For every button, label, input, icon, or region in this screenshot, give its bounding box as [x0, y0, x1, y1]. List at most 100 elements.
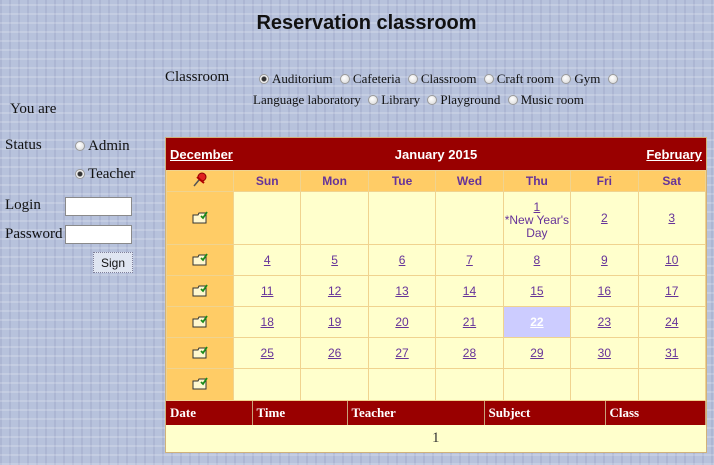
classroom-radio-auditorium[interactable] — [259, 74, 269, 84]
calendar-day-cell[interactable]: 4 — [232, 244, 302, 276]
calendar-day-link[interactable]: 13 — [395, 284, 408, 298]
select-week-cell[interactable] — [166, 306, 234, 338]
calendar-day-cell[interactable]: 19 — [300, 306, 369, 338]
calendar-day-link[interactable]: 19 — [328, 315, 341, 329]
calendar-day-link[interactable]: 26 — [328, 346, 341, 360]
select-week-cell[interactable] — [166, 337, 234, 369]
calendar-day-cell[interactable]: 12 — [300, 275, 369, 307]
calendar-day-cell[interactable]: 23 — [570, 306, 639, 338]
classroom-option-label: Cafeteria — [352, 71, 401, 86]
classroom-radio-language-laboratory[interactable] — [607, 74, 618, 84]
calendar-day-cell[interactable]: 30 — [570, 337, 639, 369]
status-radio-admin[interactable] — [75, 141, 85, 151]
calendar-day-link[interactable]: 30 — [598, 346, 611, 360]
calendar-day-cell[interactable]: 28 — [435, 337, 504, 369]
calendar-day-link[interactable]: 23 — [598, 315, 611, 329]
calendar-day-link[interactable]: 29 — [530, 346, 543, 360]
week-select-icon[interactable] — [192, 210, 208, 224]
calendar-day-link[interactable]: 10 — [665, 253, 678, 267]
week-select-icon[interactable] — [192, 252, 208, 266]
calendar-day-cell[interactable]: 29 — [502, 337, 572, 369]
calendar-day-cell[interactable]: 11 — [232, 275, 302, 307]
calendar-day-cell[interactable]: 31 — [637, 337, 707, 369]
calendar-day-link[interactable]: 6 — [399, 253, 406, 267]
calendar-day-cell[interactable]: 25 — [232, 337, 302, 369]
calendar-day-link[interactable]: 3 — [668, 211, 675, 225]
calendar-day-cell[interactable]: 21 — [435, 306, 504, 338]
calendar-day-link[interactable]: 27 — [395, 346, 408, 360]
calendar-day-link[interactable]: 7 — [466, 253, 473, 267]
calendar-day-cell[interactable]: 17 — [637, 275, 707, 307]
next-month-link[interactable]: February — [646, 147, 702, 162]
calendar-day-cell[interactable]: 24 — [637, 306, 707, 338]
calendar-day-cell[interactable]: 6 — [367, 244, 437, 276]
calendar-day-link[interactable]: 31 — [665, 346, 678, 360]
week-select-icon[interactable] — [192, 345, 208, 359]
calendar-day-cell[interactable]: 18 — [232, 306, 302, 338]
sign-button[interactable]: Sign — [93, 252, 133, 273]
calendar-day-link[interactable]: 4 — [264, 253, 271, 267]
calendar-day-cell[interactable]: 16 — [570, 275, 639, 307]
week-select-icon[interactable] — [192, 283, 208, 297]
select-week-cell[interactable] — [166, 244, 234, 276]
classroom-radio-gym[interactable] — [561, 74, 572, 84]
calendar-day-cell[interactable]: 26 — [300, 337, 369, 369]
calendar-day-cell — [637, 368, 707, 401]
pushpin-icon[interactable] — [191, 172, 209, 188]
calendar-day-cell[interactable]: 22 — [502, 306, 572, 338]
calendar-day-cell[interactable]: 13 — [367, 275, 437, 307]
calendar-day-cell[interactable]: 2 — [570, 191, 639, 245]
calendar-day-link[interactable]: 18 — [261, 315, 274, 329]
column-header-subject: Subject — [484, 401, 606, 425]
classroom-radio-classroom[interactable] — [407, 74, 418, 84]
calendar-day-link[interactable]: 9 — [601, 253, 608, 267]
calendar-day-cell[interactable]: 20 — [367, 306, 437, 338]
calendar-day-link[interactable]: 12 — [328, 284, 341, 298]
column-header-date: Date — [166, 401, 253, 425]
calendar-day-cell[interactable]: 27 — [367, 337, 437, 369]
calendar-day-link[interactable]: 11 — [261, 284, 273, 298]
calendar-day-link[interactable]: 16 — [598, 284, 611, 298]
classroom-radio-cafeteria[interactable] — [339, 74, 350, 84]
select-week-cell[interactable] — [166, 191, 234, 245]
calendar-day-cell[interactable]: 10 — [637, 244, 707, 276]
calendar-day-link[interactable]: 17 — [665, 284, 678, 298]
classroom-radio-craft-room[interactable] — [483, 74, 494, 84]
calendar-day-link[interactable]: 28 — [463, 346, 476, 360]
calendar-day-cell[interactable]: 8 — [502, 244, 572, 276]
calendar-day-cell — [232, 368, 302, 401]
weekday-header: Fri — [570, 170, 639, 192]
calendar-day-cell[interactable]: 1 *New Year's Day — [502, 191, 572, 245]
select-week-cell[interactable] — [166, 275, 234, 307]
classroom-radio-music-room[interactable] — [507, 95, 518, 105]
weekday-header: Thu — [502, 170, 572, 192]
classroom-radio-library[interactable] — [368, 95, 379, 105]
week-select-icon[interactable] — [192, 376, 208, 390]
select-week-cell[interactable] — [166, 368, 234, 401]
classroom-option-label: Gym — [574, 71, 601, 86]
calendar-day-link[interactable]: 2 — [601, 211, 608, 225]
calendar-day-cell[interactable]: 9 — [570, 244, 639, 276]
calendar-day-link[interactable]: 24 — [665, 315, 678, 329]
status-radio-teacher[interactable] — [75, 169, 85, 179]
calendar-day-link[interactable]: 25 — [261, 346, 274, 360]
calendar-day-cell[interactable]: 5 — [300, 244, 369, 276]
select-month-cell[interactable] — [166, 170, 234, 192]
calendar-day-cell[interactable]: 14 — [435, 275, 504, 307]
classroom-radio-playground[interactable] — [427, 95, 438, 105]
calendar-day-cell[interactable]: 3 — [637, 191, 707, 245]
calendar-day-cell[interactable]: 7 — [435, 244, 504, 276]
calendar-day-link[interactable]: 20 — [395, 315, 408, 329]
calendar-day-link[interactable]: 8 — [534, 253, 541, 267]
password-input[interactable] — [65, 225, 132, 244]
calendar-day-cell[interactable]: 15 — [502, 275, 572, 307]
calendar-day-link[interactable]: 14 — [463, 284, 476, 298]
calendar-day-link[interactable]: 15 — [530, 284, 543, 298]
week-select-icon[interactable] — [192, 314, 208, 328]
calendar-day-link[interactable]: 1 — [534, 200, 541, 214]
calendar-day-link[interactable]: 5 — [331, 253, 338, 267]
login-input[interactable] — [65, 197, 132, 216]
calendar-day-link[interactable]: 21 — [463, 315, 476, 329]
pager-page-1[interactable]: 1 — [166, 425, 706, 452]
calendar-day-link[interactable]: 22 — [530, 315, 543, 329]
